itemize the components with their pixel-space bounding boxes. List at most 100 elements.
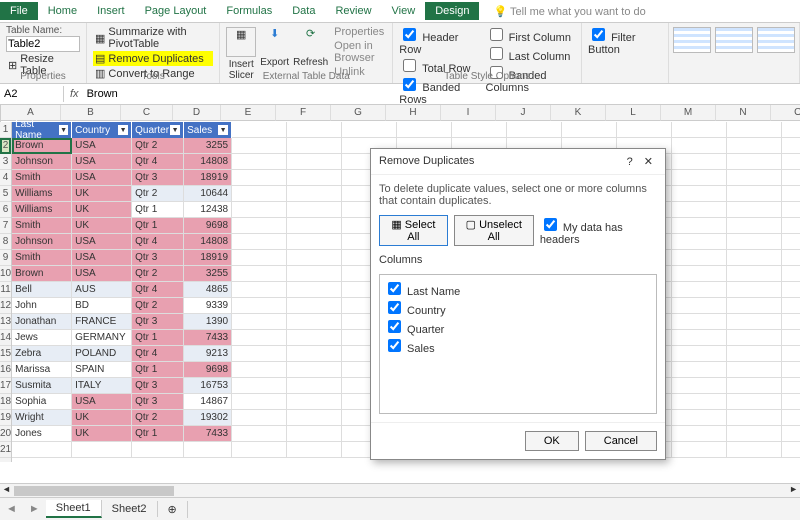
data-cell[interactable]: 14808 <box>184 154 232 170</box>
empty-cell[interactable] <box>727 282 782 298</box>
empty-cell[interactable] <box>287 170 342 186</box>
data-cell[interactable]: 14867 <box>184 394 232 410</box>
data-cell[interactable]: Smith <box>12 170 72 186</box>
tell-me-search[interactable]: 💡 Tell me what you want to do <box>483 2 655 21</box>
filter-dropdown-icon[interactable]: ▼ <box>218 125 228 135</box>
empty-cell[interactable] <box>232 378 287 394</box>
ok-button[interactable]: OK <box>525 431 579 451</box>
column-header[interactable]: F <box>276 105 331 121</box>
empty-cell[interactable] <box>287 330 342 346</box>
empty-cell[interactable] <box>727 266 782 282</box>
empty-cell[interactable] <box>782 218 800 234</box>
empty-cell[interactable] <box>342 122 397 138</box>
dialog-close-button[interactable]: ✕ <box>640 156 657 168</box>
empty-cell[interactable] <box>287 202 342 218</box>
scroll-right-icon[interactable]: ► <box>789 484 798 494</box>
empty-cell[interactable] <box>782 362 800 378</box>
empty-cell[interactable] <box>782 234 800 250</box>
data-cell[interactable]: Qtr 1 <box>132 330 184 346</box>
empty-cell[interactable] <box>232 218 287 234</box>
empty-cell[interactable] <box>727 442 782 458</box>
empty-cell[interactable] <box>782 330 800 346</box>
data-cell[interactable]: ITALY <box>72 378 132 394</box>
empty-cell[interactable] <box>782 154 800 170</box>
empty-cell[interactable] <box>727 186 782 202</box>
empty-cell[interactable] <box>232 362 287 378</box>
column-header[interactable]: O <box>771 105 800 121</box>
empty-cell[interactable] <box>727 250 782 266</box>
data-cell[interactable]: USA <box>72 250 132 266</box>
filter-dropdown-icon[interactable]: ▼ <box>118 125 128 135</box>
empty-cell[interactable] <box>287 282 342 298</box>
empty-cell[interactable] <box>672 314 727 330</box>
empty-cell[interactable] <box>672 362 727 378</box>
data-cell[interactable]: UK <box>72 202 132 218</box>
data-cell[interactable]: 4865 <box>184 282 232 298</box>
table-header-cell[interactable]: Sales▼ <box>184 122 232 138</box>
unselect-all-button[interactable]: ▢ Unselect All <box>454 215 534 246</box>
empty-cell[interactable] <box>727 346 782 362</box>
empty-cell[interactable] <box>672 170 727 186</box>
row-header[interactable]: 9 <box>0 250 11 266</box>
empty-cell[interactable] <box>727 138 782 154</box>
name-box[interactable] <box>0 86 64 102</box>
empty-cell[interactable] <box>12 442 72 458</box>
data-cell[interactable]: Qtr 3 <box>132 250 184 266</box>
data-cell[interactable]: Bell <box>12 282 72 298</box>
empty-cell[interactable] <box>672 330 727 346</box>
column-header[interactable]: L <box>606 105 661 121</box>
row-header[interactable]: 16 <box>0 362 11 378</box>
empty-cell[interactable] <box>232 186 287 202</box>
table-name-input[interactable] <box>6 36 80 52</box>
data-cell[interactable]: Wright <box>12 410 72 426</box>
row-header[interactable]: 11 <box>0 282 11 298</box>
empty-cell[interactable] <box>287 442 342 458</box>
empty-cell[interactable] <box>727 218 782 234</box>
table-header-cell[interactable]: Last Name▼ <box>12 122 72 138</box>
empty-cell[interactable] <box>672 154 727 170</box>
table-style-preview[interactable] <box>715 27 753 53</box>
data-cell[interactable]: Jonathan <box>12 314 72 330</box>
empty-cell[interactable] <box>232 298 287 314</box>
empty-cell[interactable] <box>727 234 782 250</box>
data-cell[interactable]: BD <box>72 298 132 314</box>
empty-cell[interactable] <box>287 138 342 154</box>
row-header[interactable]: 21 <box>0 442 11 458</box>
data-cell[interactable]: Smith <box>12 250 72 266</box>
data-cell[interactable]: SPAIN <box>72 362 132 378</box>
data-cell[interactable]: Qtr 3 <box>132 394 184 410</box>
empty-cell[interactable] <box>672 138 727 154</box>
empty-cell[interactable] <box>782 378 800 394</box>
horizontal-scrollbar[interactable]: ◄ ► <box>0 483 800 498</box>
data-cell[interactable]: UK <box>72 186 132 202</box>
table-header-cell[interactable]: Quarter▼ <box>132 122 184 138</box>
data-cell[interactable]: 16753 <box>184 378 232 394</box>
empty-cell[interactable] <box>727 154 782 170</box>
data-cell[interactable]: Qtr 3 <box>132 378 184 394</box>
empty-cell[interactable] <box>672 122 727 138</box>
data-cell[interactable]: GERMANY <box>72 330 132 346</box>
empty-cell[interactable] <box>232 394 287 410</box>
column-header[interactable]: G <box>331 105 386 121</box>
empty-cell[interactable] <box>727 330 782 346</box>
row-header[interactable]: 13 <box>0 314 11 330</box>
data-cell[interactable]: 3255 <box>184 266 232 282</box>
column-checkbox[interactable]: Last Name <box>384 279 652 298</box>
empty-cell[interactable] <box>782 426 800 442</box>
empty-cell[interactable] <box>672 186 727 202</box>
data-cell[interactable]: Qtr 4 <box>132 154 184 170</box>
data-cell[interactable]: Johnson <box>12 154 72 170</box>
data-cell[interactable]: Smith <box>12 218 72 234</box>
data-cell[interactable]: John <box>12 298 72 314</box>
data-cell[interactable]: Qtr 2 <box>132 266 184 282</box>
empty-cell[interactable] <box>232 202 287 218</box>
data-cell[interactable]: UK <box>72 426 132 442</box>
tab-design[interactable]: Design <box>425 2 479 20</box>
empty-cell[interactable] <box>672 378 727 394</box>
data-cell[interactable]: Qtr 2 <box>132 138 184 154</box>
empty-cell[interactable] <box>672 346 727 362</box>
empty-cell[interactable] <box>287 266 342 282</box>
data-cell[interactable]: POLAND <box>72 346 132 362</box>
data-cell[interactable]: 10644 <box>184 186 232 202</box>
empty-cell[interactable] <box>727 170 782 186</box>
